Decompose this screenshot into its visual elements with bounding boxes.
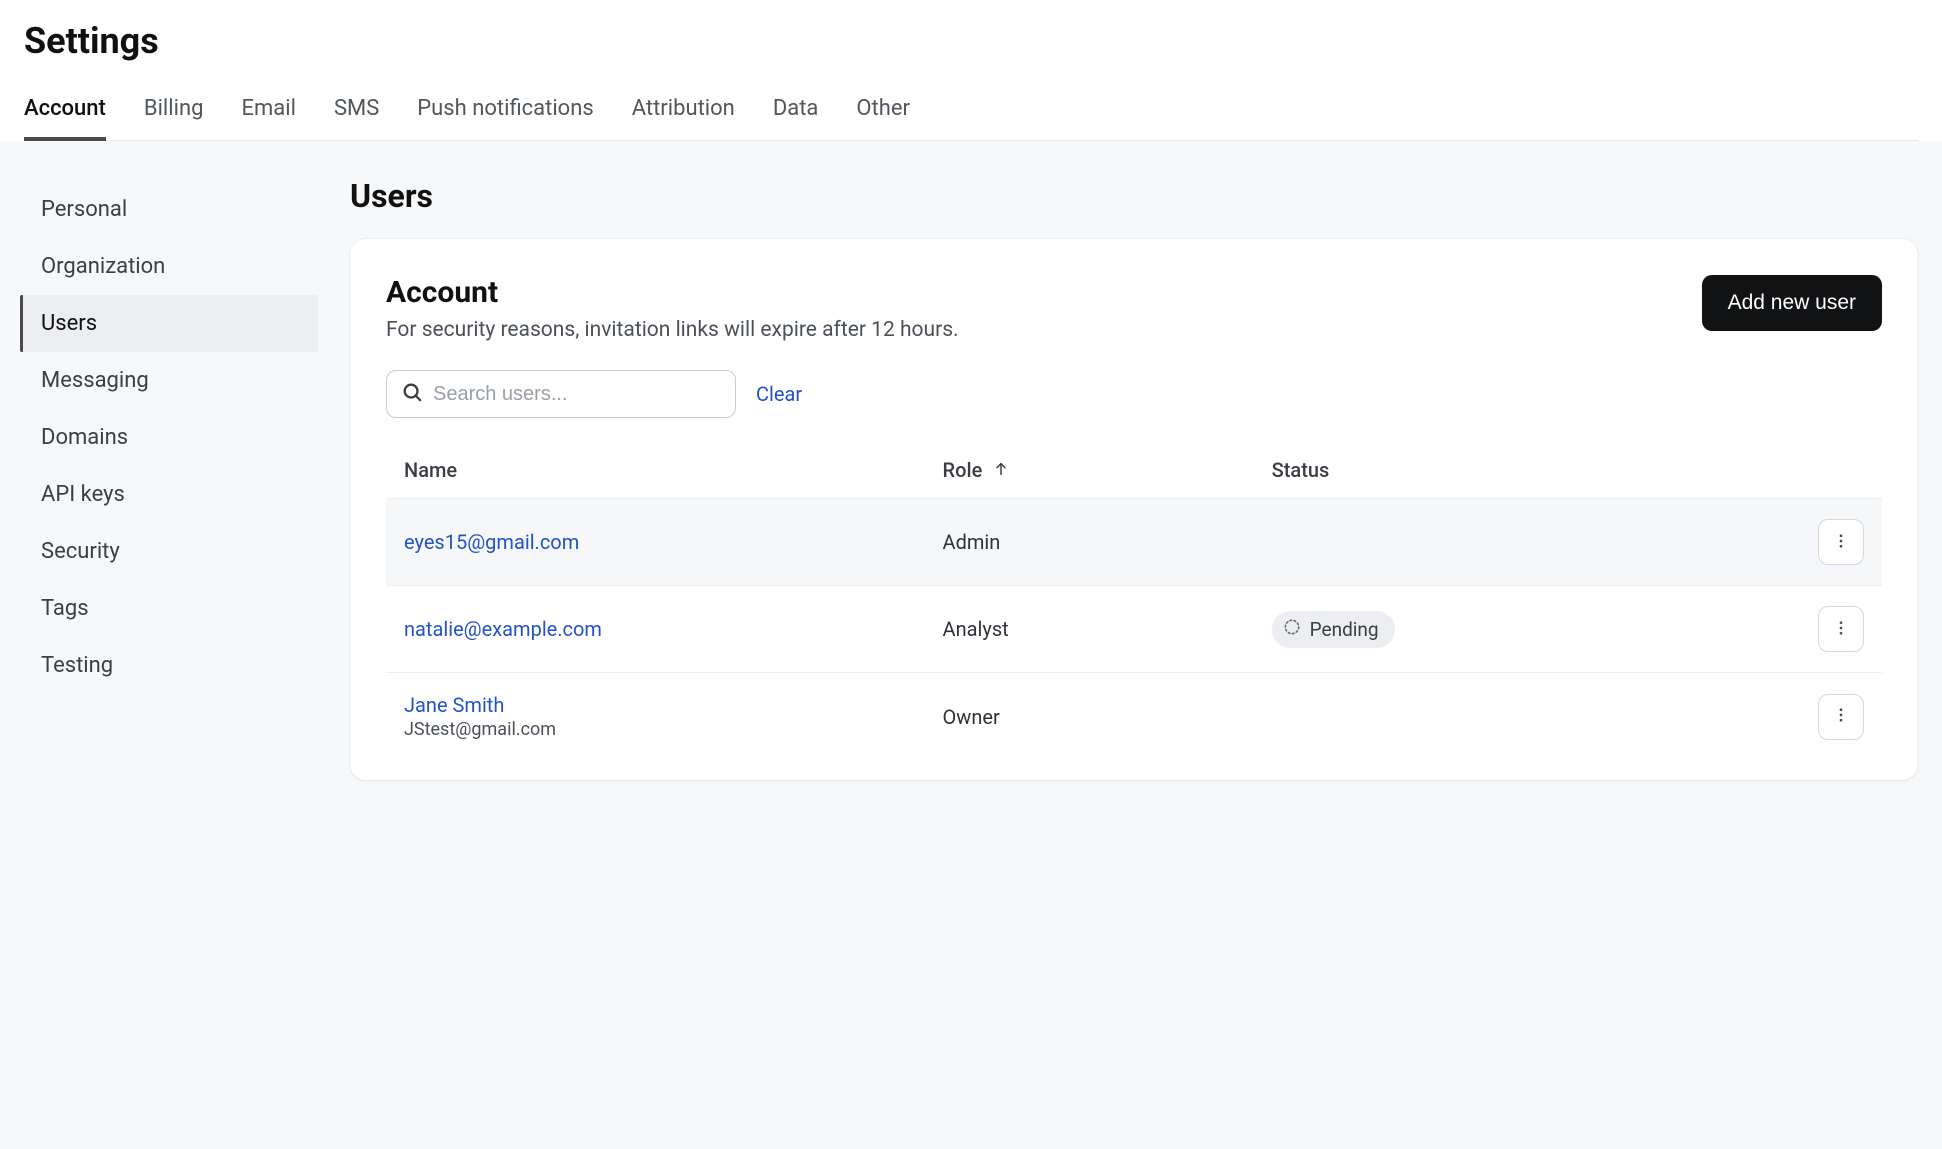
tab-attribution[interactable]: Attribution <box>632 86 735 141</box>
search-input[interactable] <box>433 383 721 406</box>
sort-ascending-icon <box>993 458 1009 482</box>
table-row: natalie@example.com Analyst Pending <box>386 586 1882 673</box>
clear-search-link[interactable]: Clear <box>756 382 802 406</box>
row-actions-button[interactable] <box>1818 606 1864 652</box>
page-title: Settings <box>24 20 1918 62</box>
sidebar-item-domains[interactable]: Domains <box>20 409 318 466</box>
card-title: Account <box>386 275 959 310</box>
user-status: Pending <box>1254 586 1703 673</box>
search-icon <box>401 381 423 407</box>
user-role: Admin <box>925 499 1254 586</box>
search-box[interactable] <box>386 370 736 418</box>
sidebar-item-organization[interactable]: Organization <box>20 238 318 295</box>
user-email: JStest@gmail.com <box>404 719 907 740</box>
users-card: Account For security reasons, invitation… <box>350 239 1918 780</box>
tab-billing[interactable]: Billing <box>144 86 204 141</box>
page-header: Settings Account Billing Email SMS Push … <box>0 0 1942 141</box>
column-header-role[interactable]: Role <box>925 442 1254 499</box>
tab-account[interactable]: Account <box>24 86 106 141</box>
sidebar-item-testing[interactable]: Testing <box>20 637 318 694</box>
more-vertical-icon <box>1832 619 1850 640</box>
add-new-user-button[interactable]: Add new user <box>1702 275 1882 331</box>
sidebar: Personal Organization Users Messaging Do… <box>0 169 330 1149</box>
status-badge-pending: Pending <box>1272 611 1395 648</box>
column-header-status[interactable]: Status <box>1254 442 1703 499</box>
tab-push-notifications[interactable]: Push notifications <box>417 86 593 141</box>
status-badge-label: Pending <box>1310 618 1379 641</box>
tab-sms[interactable]: SMS <box>334 86 379 141</box>
user-role: Owner <box>925 673 1254 761</box>
main-title: Users <box>350 177 1918 215</box>
content-area: Personal Organization Users Messaging Do… <box>0 141 1942 1149</box>
sidebar-item-personal[interactable]: Personal <box>20 181 318 238</box>
sidebar-item-messaging[interactable]: Messaging <box>20 352 318 409</box>
sidebar-item-security[interactable]: Security <box>20 523 318 580</box>
column-header-actions <box>1702 442 1882 499</box>
tab-bar: Account Billing Email SMS Push notificat… <box>24 86 1918 141</box>
card-heading-block: Account For security reasons, invitation… <box>386 275 959 342</box>
card-header: Account For security reasons, invitation… <box>386 275 1882 342</box>
column-header-role-label: Role <box>943 458 983 482</box>
tab-email[interactable]: Email <box>241 86 295 141</box>
user-status <box>1254 499 1703 586</box>
tab-other[interactable]: Other <box>856 86 910 141</box>
user-name-link[interactable]: eyes15@gmail.com <box>404 530 907 554</box>
user-name-link[interactable]: Jane Smith <box>404 693 907 717</box>
row-actions-button[interactable] <box>1818 694 1864 740</box>
user-status <box>1254 673 1703 761</box>
sidebar-item-api-keys[interactable]: API keys <box>20 466 318 523</box>
user-name-link[interactable]: natalie@example.com <box>404 617 907 641</box>
main: Users Account For security reasons, invi… <box>330 169 1942 1149</box>
table-row: Jane Smith JStest@gmail.com Owner <box>386 673 1882 761</box>
search-row: Clear <box>386 370 1882 418</box>
table-row: eyes15@gmail.com Admin <box>386 499 1882 586</box>
row-actions-button[interactable] <box>1818 519 1864 565</box>
sidebar-item-users[interactable]: Users <box>20 295 318 352</box>
pending-icon <box>1282 617 1302 642</box>
more-vertical-icon <box>1832 706 1850 727</box>
sidebar-item-tags[interactable]: Tags <box>20 580 318 637</box>
card-subtitle: For security reasons, invitation links w… <box>386 318 959 342</box>
column-header-name[interactable]: Name <box>386 442 925 499</box>
user-role: Analyst <box>925 586 1254 673</box>
users-table: Name Role Status <box>386 442 1882 760</box>
tab-data[interactable]: Data <box>773 86 819 141</box>
more-vertical-icon <box>1832 532 1850 553</box>
